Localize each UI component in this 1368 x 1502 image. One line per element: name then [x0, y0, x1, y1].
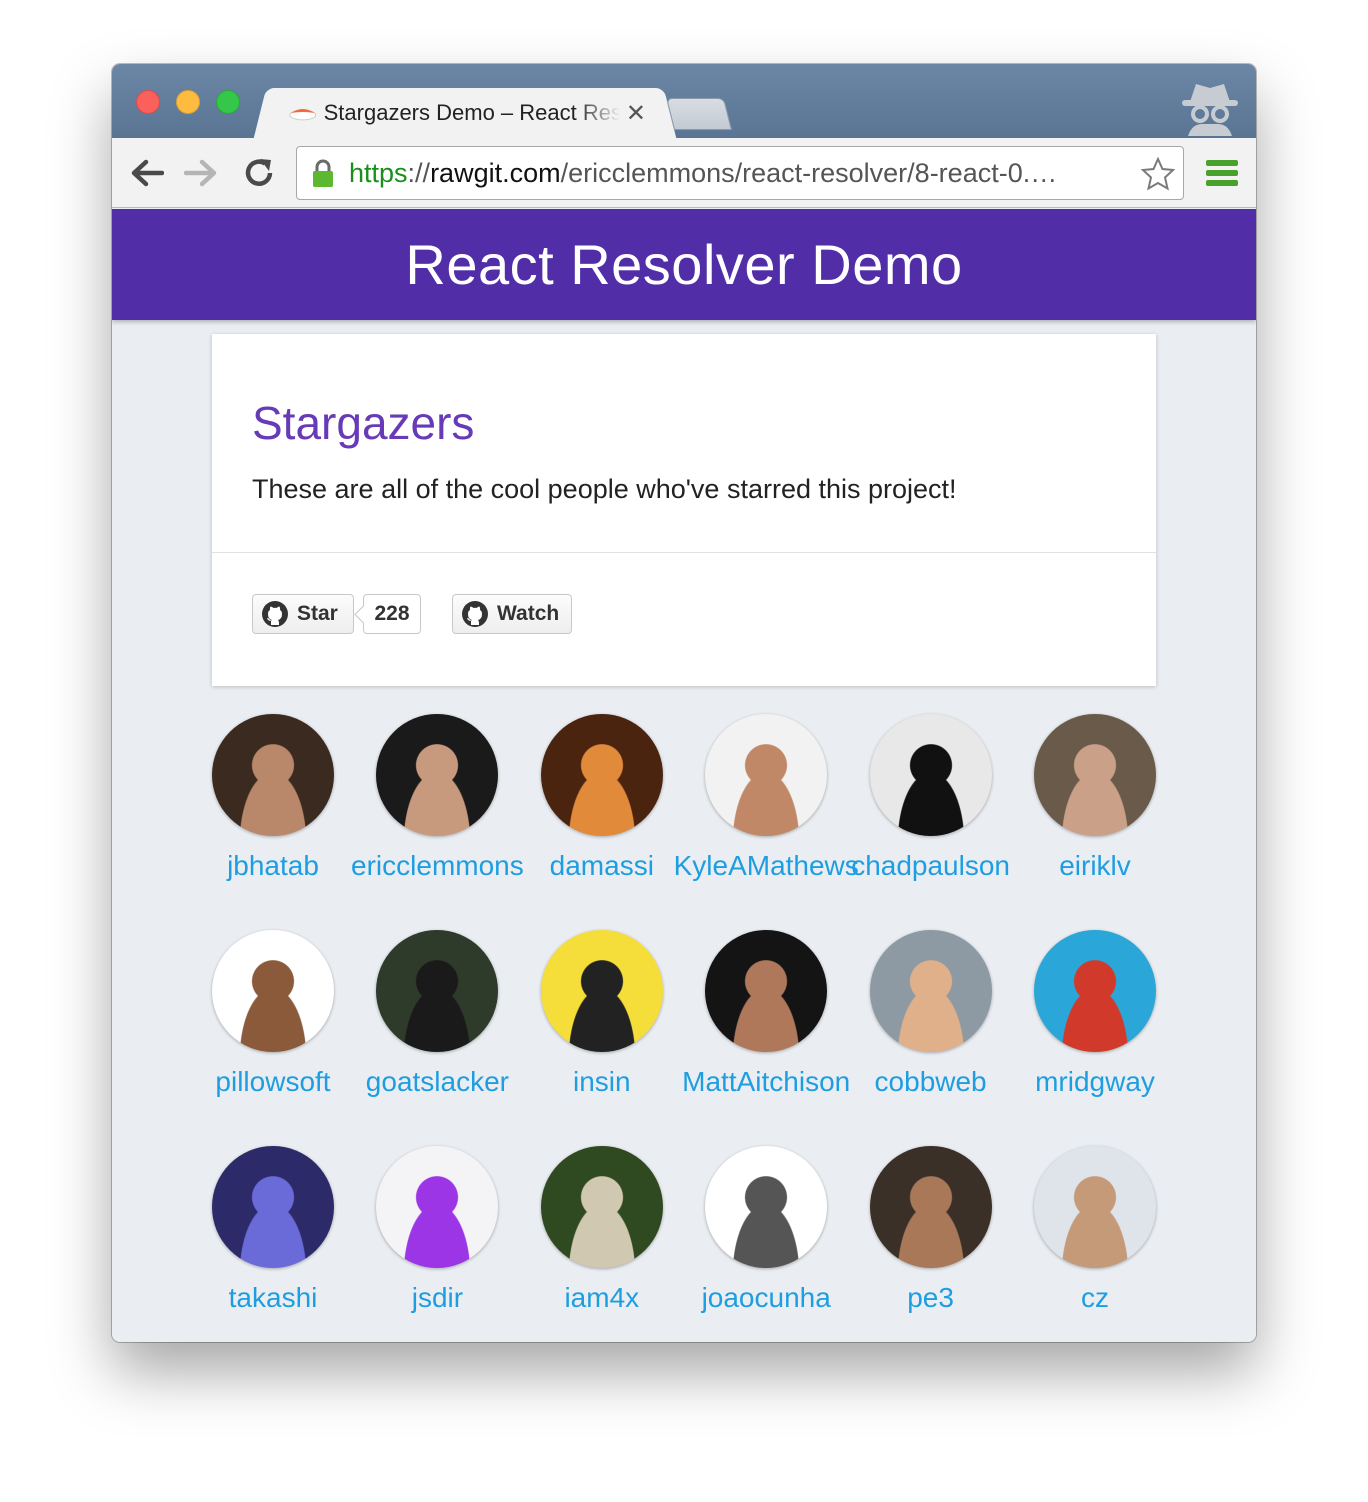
avatar[interactable] — [212, 714, 334, 836]
close-window-button[interactable] — [136, 90, 160, 114]
avatar[interactable] — [705, 1146, 828, 1268]
address-bar[interactable]: https://rawgit.com/ericclemmons/react-re… — [296, 146, 1184, 200]
stargazer-username-link[interactable]: cobbweb — [875, 1066, 987, 1098]
avatar[interactable] — [540, 714, 663, 836]
avatar[interactable] — [869, 714, 992, 836]
github-watch-button[interactable]: Watch — [452, 594, 572, 634]
stargazer-item: jbhatab — [212, 714, 376, 914]
avatar[interactable] — [869, 930, 992, 1052]
stargazer-username-link[interactable]: goatslacker — [366, 1066, 509, 1098]
stargazer-username-link[interactable]: ericclemmons — [351, 850, 524, 882]
browser-toolbar: https://rawgit.com/ericclemmons/react-re… — [112, 138, 1256, 208]
stargazer-item: KyleAMathews — [674, 714, 869, 914]
avatar[interactable] — [869, 1146, 992, 1268]
stargazer-item: eiriklv — [1034, 714, 1198, 914]
menu-hamburger-icon[interactable] — [1206, 158, 1238, 188]
bookmark-star-icon[interactable] — [1141, 157, 1175, 191]
stargazer-item: mridgway — [1034, 930, 1198, 1130]
stargazer-item: insin — [540, 930, 705, 1130]
back-button[interactable] — [128, 154, 166, 192]
url-text: https://rawgit.com/ericclemmons/react-re… — [349, 157, 1058, 188]
reload-icon — [245, 159, 273, 186]
stargazer-username-link[interactable]: pe3 — [907, 1282, 954, 1314]
lock-icon — [313, 159, 333, 187]
avatar[interactable] — [1034, 930, 1156, 1052]
stargazer-username-link[interactable]: iam4x — [564, 1282, 639, 1314]
tab-stargazers-demo[interactable]: Stargazers Demo – React Resolver ✕ — [270, 88, 660, 138]
stargazer-username-link[interactable]: takashi — [229, 1282, 318, 1314]
star-count-badge[interactable]: 228 — [363, 594, 421, 634]
stargazer-item: goatslacker — [366, 930, 540, 1130]
arrow-left-icon — [131, 159, 164, 187]
stargazer-username-link[interactable]: MattAitchison — [682, 1066, 850, 1098]
avatar[interactable] — [540, 930, 663, 1052]
arrow-right-icon — [184, 159, 217, 187]
stargazer-username-link[interactable]: KyleAMathews — [674, 850, 859, 882]
avatar[interactable] — [376, 714, 499, 836]
stargazer-username-link[interactable]: eiriklv — [1059, 850, 1131, 882]
stargazer-item: iam4x — [540, 1146, 705, 1342]
github-octocat-icon — [462, 601, 488, 627]
stargazer-item: takashi — [212, 1146, 376, 1342]
stargazer-username-link[interactable]: jbhatab — [227, 850, 319, 882]
stargazer-username-link[interactable]: pillowsoft — [215, 1066, 330, 1098]
watch-label: Watch — [497, 602, 560, 625]
title-bar: Stargazers Demo – React Resolver ✕ — [112, 64, 1256, 138]
stargazer-item: chadpaulson — [851, 714, 1034, 914]
avatar[interactable] — [376, 1146, 499, 1268]
tab-close-icon[interactable]: ✕ — [626, 99, 646, 128]
avatar[interactable] — [212, 930, 334, 1052]
stargazer-item: cz — [1034, 1146, 1198, 1342]
stargazer-item: damassi — [540, 714, 705, 914]
github-star-button[interactable]: Star — [252, 594, 354, 634]
stargazer-username-link[interactable]: joaocunha — [702, 1282, 831, 1314]
app-header: React Resolver Demo — [112, 209, 1256, 320]
stargazer-username-link[interactable]: damassi — [550, 850, 654, 882]
stargazer-item: ericclemmons — [351, 714, 540, 914]
stargazers-card: Stargazers These are all of the cool peo… — [212, 334, 1156, 686]
stargazer-username-link[interactable]: cz — [1081, 1282, 1109, 1314]
card-description: These are all of the cool people who've … — [252, 474, 957, 504]
sushi-favicon-icon — [289, 109, 317, 121]
browser-window: Stargazers Demo – React Resolver ✕ https… — [112, 64, 1256, 1342]
avatar[interactable] — [705, 714, 828, 836]
stargazer-item: MattAitchison — [682, 930, 869, 1130]
avatar[interactable] — [376, 930, 499, 1052]
github-octocat-icon — [262, 601, 288, 627]
stargazer-item: joaocunha — [702, 1146, 869, 1342]
reload-button[interactable] — [240, 154, 278, 192]
incognito-icon — [1182, 84, 1238, 136]
stargazer-item: pe3 — [869, 1146, 1034, 1342]
tab-title: Stargazers Demo – React Resolver — [323, 100, 620, 125]
stargazer-username-link[interactable]: mridgway — [1035, 1066, 1155, 1098]
stargazer-item: cobbweb — [869, 930, 1034, 1130]
stargazer-item: pillowsoft — [212, 930, 376, 1130]
stargazer-username-link[interactable]: insin — [573, 1066, 631, 1098]
new-tab-button[interactable] — [666, 98, 732, 130]
avatar[interactable] — [540, 1146, 663, 1268]
card-divider — [212, 552, 1156, 553]
maximize-window-button[interactable] — [216, 90, 240, 114]
stargazer-item: jsdir — [376, 1146, 540, 1342]
stargazer-username-link[interactable]: chadpaulson — [851, 850, 1010, 882]
forward-button[interactable] — [182, 154, 220, 192]
avatar[interactable] — [212, 1146, 334, 1268]
avatar[interactable] — [705, 930, 828, 1052]
page-viewport: React Resolver Demo Stargazers These are… — [112, 209, 1256, 1342]
card-title: Stargazers — [252, 397, 475, 449]
minimize-window-button[interactable] — [176, 90, 200, 114]
stargazer-username-link[interactable]: jsdir — [412, 1282, 463, 1314]
star-label: Star — [297, 602, 338, 625]
avatar[interactable] — [1034, 714, 1156, 836]
avatar[interactable] — [1034, 1146, 1156, 1268]
app-title: React Resolver Demo — [405, 233, 963, 296]
